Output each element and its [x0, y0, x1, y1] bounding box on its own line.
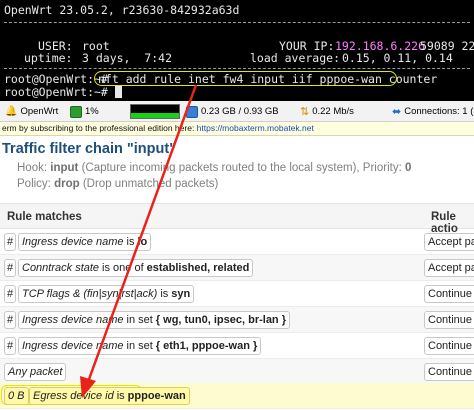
- rule-action: Continue i: [424, 337, 474, 355]
- rule-counter: 0 B: [4, 387, 29, 405]
- rule-action: Continue i: [424, 363, 474, 381]
- terminal-load-value: 0.15, 0.11, 0.14: [342, 51, 453, 65]
- rule-action: Continue i: [424, 311, 474, 329]
- status-network[interactable]: ⇅ 0.22 Mb/s: [300, 104, 354, 119]
- column-header-matches: Rule matches: [7, 211, 82, 223]
- connections-icon: ⬌: [392, 106, 402, 118]
- table-row[interactable]: # Ingress device name in set{ wg, tun0, i…: [0, 307, 474, 333]
- terminal-icon: 🔔: [5, 106, 18, 117]
- status-bar: 🔔 OpenWrt 1% 0.23 GB / 0.93 GB ⇅ 0.22 Mb…: [0, 101, 474, 122]
- rule-match: Egress device id is pppoe-wan: [29, 387, 190, 405]
- table-row-new-rule[interactable]: 0 B Egress device id is pppoe-wan: [0, 383, 474, 409]
- info-banner: erm by subscribing to the professional e…: [0, 122, 474, 136]
- status-memory[interactable]: 0.23 GB / 0.93 GB: [186, 104, 279, 119]
- status-host-label: OpenWrt: [20, 106, 59, 117]
- terminal-separator: [4, 22, 470, 23]
- info-banner-link[interactable]: https://mobaxterm.mobatek.net: [197, 123, 314, 133]
- rule-match: Any packet: [4, 363, 67, 381]
- terminal-prompt: root@OpenWrt:~#: [4, 72, 108, 86]
- terminal-uptime-label: uptime:: [24, 51, 73, 65]
- terminal-window[interactable]: OpenWrt 23.05.2, r23630-842932a63d USER:…: [0, 0, 474, 101]
- page-title: Traffic filter chain "input": [2, 141, 177, 157]
- memory-icon: [186, 105, 198, 118]
- rule-action: Continue i: [424, 285, 474, 303]
- chain-policy-line: Policy: drop (Drop unmatched packets): [17, 178, 219, 190]
- rule-counter: #: [4, 311, 16, 329]
- table-row[interactable]: # Conntrack state is one of established, r…: [0, 255, 474, 281]
- rule-counter: #: [4, 285, 16, 303]
- rule-match: TCP flags & (fin|syn|rst|ack) is syn: [18, 285, 195, 303]
- rule-match: Ingress device name is lo: [18, 233, 152, 251]
- status-connections-label: Connections: 1 (SSH): [404, 106, 474, 117]
- rules-table-header: Rule matches Rule actio: [0, 203, 474, 235]
- rule-counter: #: [4, 337, 16, 355]
- rule-action: Accept pa: [424, 259, 474, 277]
- terminal-banner: OpenWrt 23.05.2, r23630-842932a63d: [4, 3, 240, 17]
- status-network-label: 0.22 Mb/s: [312, 106, 354, 117]
- rule-match: Ingress device name in set{ eth1, pppoe-w…: [18, 337, 262, 355]
- terminal-uptime-value: 3 days, 7:42: [82, 51, 173, 65]
- cpu-icon: [70, 105, 82, 118]
- command-highlight: [94, 71, 397, 86]
- rule-match: Conntrack state is one of established, rel…: [18, 259, 254, 277]
- terminal-prompt: root@OpenWrt:~#: [4, 85, 122, 99]
- table-row[interactable]: # Ingress device name in set{ eth1, pppoe…: [0, 333, 474, 359]
- terminal-separator: [4, 68, 470, 69]
- info-banner-text: erm by subscribing to the professional e…: [2, 123, 197, 133]
- rule-action: Accept pa: [424, 233, 474, 251]
- table-row[interactable]: # TCP flags & (fin|syn|rst|ack) is syn Con…: [0, 281, 474, 307]
- chain-hook-line: Hook: input (Capture incoming packets ro…: [17, 162, 412, 174]
- terminal-cursor: [114, 86, 122, 98]
- terminal-load-label: load average:: [250, 51, 341, 65]
- network-icon: ⇅: [300, 106, 310, 118]
- status-cpu[interactable]: 1%: [70, 104, 99, 119]
- status-memory-label: 0.23 GB / 0.93 GB: [201, 106, 279, 117]
- table-row[interactable]: Any packet Continue i: [0, 359, 474, 385]
- rule-counter: #: [4, 233, 16, 251]
- rule-counter: #: [4, 259, 16, 277]
- cpu-graph: [130, 104, 180, 119]
- status-host[interactable]: 🔔 OpenWrt: [5, 104, 58, 119]
- status-cpu-label: 1%: [85, 106, 99, 117]
- status-connections[interactable]: ⬌ Connections: 1 (SSH): [392, 104, 474, 119]
- cpu-graph-fill: [131, 113, 179, 118]
- table-row[interactable]: # Ingress device name is lo Accept pa: [0, 229, 474, 255]
- rule-match: Ingress device name in set{ wg, tun0, ips…: [18, 311, 290, 329]
- firewall-panel: Traffic filter chain "input" Hook: input…: [0, 137, 474, 410]
